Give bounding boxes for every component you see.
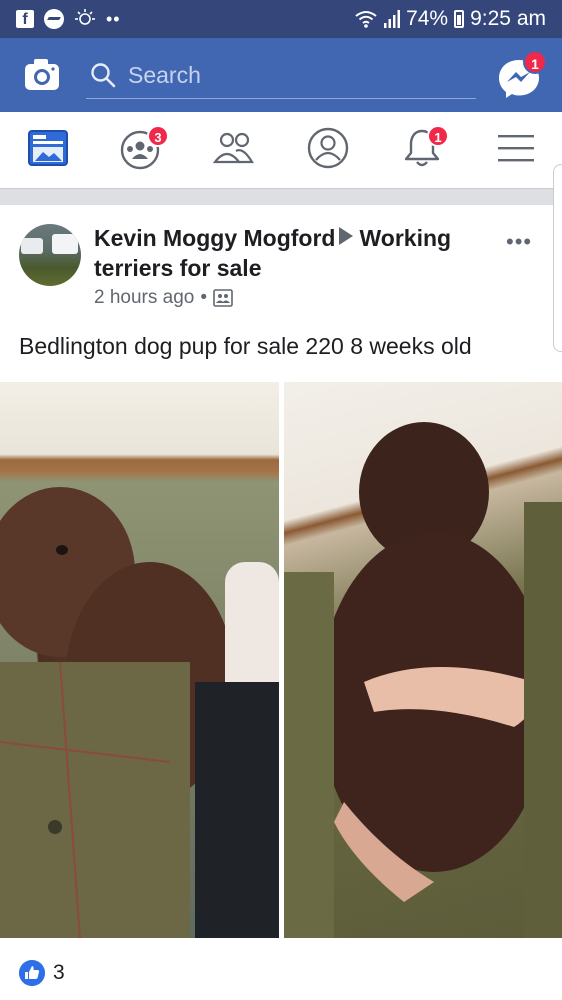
status-bar: f •• 74% 9:25 am (0, 0, 562, 38)
post-text: Bedlington dog pup for sale 220 8 weeks … (19, 333, 472, 359)
avatar[interactable] (19, 224, 81, 286)
like-count: 3 (53, 961, 65, 984)
camera-icon[interactable] (24, 57, 60, 91)
search-input[interactable] (128, 60, 458, 90)
messenger-badge: 1 (523, 50, 547, 74)
more-notifications-icon: •• (106, 9, 121, 29)
groups-badge: 3 (147, 125, 169, 147)
scroll-handle[interactable] (553, 164, 562, 352)
tab-news-feed[interactable] (26, 126, 70, 170)
search-icon (91, 63, 116, 88)
app-header (0, 38, 562, 112)
signal-icon (384, 10, 401, 28)
post-photo-1[interactable] (0, 382, 279, 938)
post-time[interactable]: 2 hours ago (94, 287, 194, 309)
tab-menu[interactable] (494, 126, 538, 170)
puppy-photo-illustration (284, 422, 562, 938)
feed-divider (0, 188, 562, 205)
avatar-car-shape (52, 234, 78, 254)
post-photo-2[interactable] (284, 382, 562, 938)
battery-percent: 74% (406, 7, 449, 30)
battery-icon (454, 10, 465, 28)
tab-bar: 3 1 (0, 112, 562, 188)
wifi-icon (355, 11, 377, 28)
weather-icon (75, 9, 95, 25)
tab-friends[interactable] (212, 126, 256, 170)
facebook-notification-icon: f (16, 10, 34, 28)
tab-profile[interactable] (306, 126, 350, 170)
messenger-notification-icon (44, 9, 64, 29)
meta-separator: • (200, 287, 208, 308)
avatar-car-shape (21, 238, 43, 254)
post-meta: 2 hours ago • (94, 287, 233, 309)
like-icon (19, 960, 45, 986)
group-audience-icon (213, 289, 233, 307)
search-bar[interactable] (86, 56, 476, 99)
post-author-line: Kevin Moggy Mogford Working terriers for … (94, 223, 484, 283)
puppy-photo-illustration (0, 487, 279, 938)
reactions-summary[interactable]: 3 (19, 960, 65, 986)
clock: 9:25 am (470, 7, 546, 30)
arrow-right-icon (339, 227, 354, 245)
more-options-icon[interactable]: ••• (506, 229, 532, 255)
author-name[interactable]: Kevin Moggy Mogford (94, 225, 335, 251)
notifications-badge: 1 (427, 125, 449, 147)
